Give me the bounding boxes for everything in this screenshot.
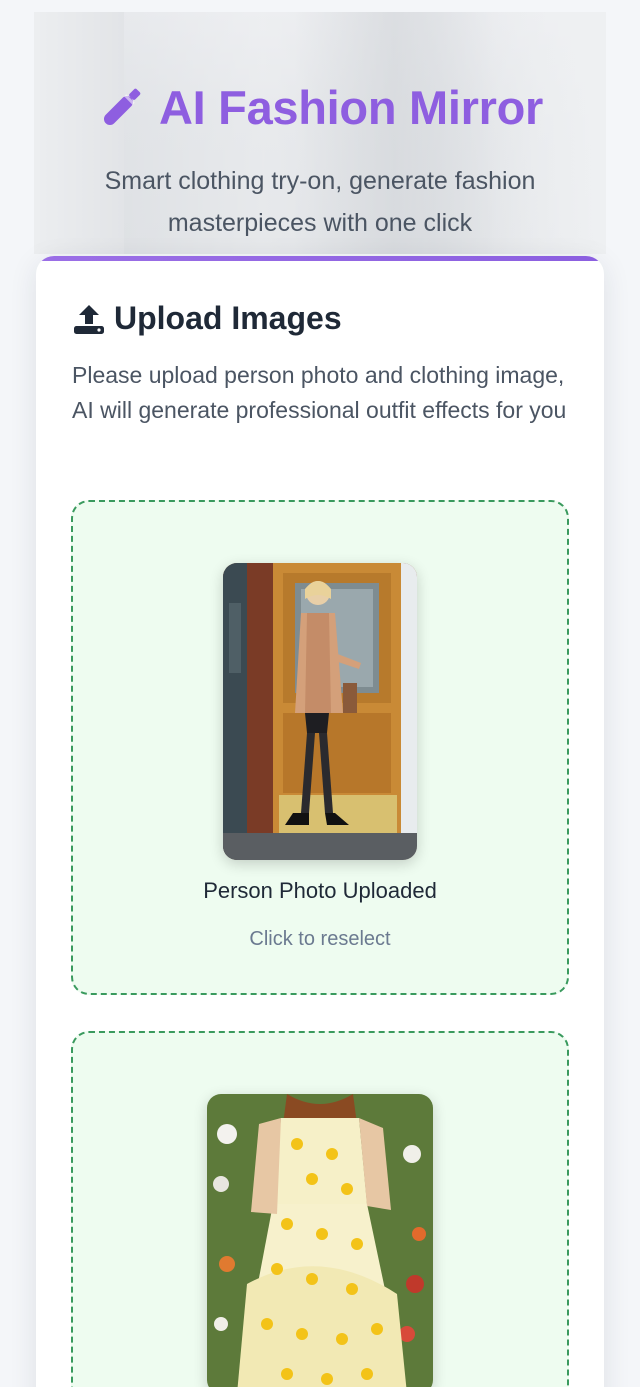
person-upload-status: Person Photo Uploaded (203, 878, 437, 903)
upload-icon (74, 304, 104, 334)
app-page: AI Fashion Mirror Smart clothing try-on,… (0, 0, 640, 1387)
person-reselect-hint[interactable]: Click to reselect (73, 928, 567, 951)
hero-banner: AI Fashion Mirror Smart clothing try-on,… (34, 12, 606, 254)
upload-description: Please upload person photo and clothing … (72, 362, 567, 423)
person-photo-image (223, 563, 417, 860)
clothing-image (207, 1094, 433, 1387)
person-photo-preview (223, 563, 417, 860)
app-title: AI Fashion Mirror (34, 82, 606, 132)
upload-header: Upload Images (72, 300, 342, 337)
clothing-image-dropzone[interactable] (71, 1031, 569, 1387)
clothing-image-preview (207, 1094, 433, 1387)
app-subtitle: Smart clothing try-on, generate fashion … (104, 167, 536, 237)
app-title-text: AI Fashion Mirror (159, 80, 543, 134)
upload-card: Upload Images Please upload person photo… (36, 256, 604, 1387)
upload-heading: Upload Images (114, 300, 342, 336)
paintbrush-icon (103, 88, 141, 126)
person-photo-dropzone[interactable]: Person Photo Uploaded Click to reselect (71, 500, 569, 995)
